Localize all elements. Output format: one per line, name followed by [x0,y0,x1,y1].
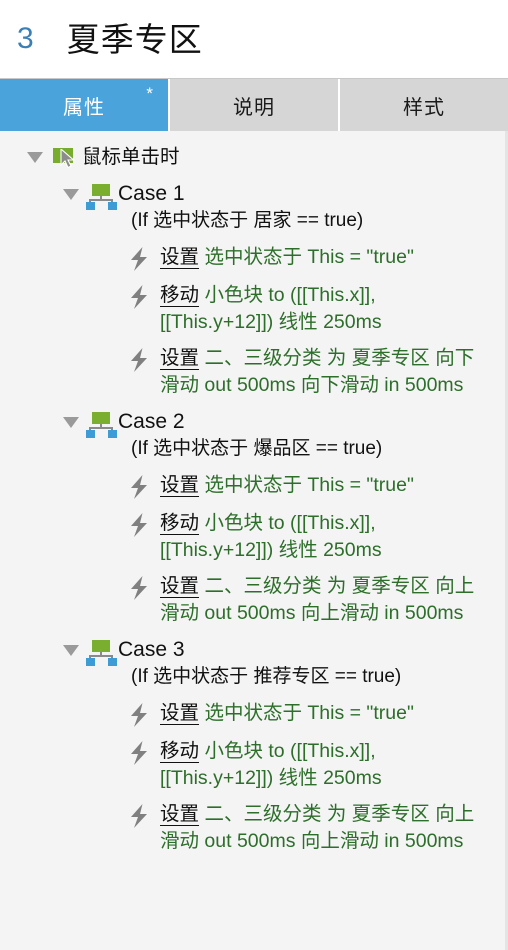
action-verb: 移动 [160,284,200,307]
action-verb: 移动 [160,512,200,535]
lightning-bolt-icon [122,800,160,829]
lightning-bolt-icon [122,243,160,272]
tab-properties-label: 属性 [63,96,105,119]
interaction-panel: 3 夏季专区 属性 * 说明 样式 鼠标单击时 Case 1 (If 选中状态于… [0,0,508,950]
lightning-bolt-icon [122,699,160,728]
case-branch-icon [84,180,118,210]
action-verb: 设置 [160,575,200,598]
action-verb: 设置 [160,474,200,497]
action-target: 选中状态于 This = "true" [204,474,414,496]
action-verb: 设置 [160,803,200,826]
action-target: 二、三级分类 为 夏季专区 向下滑动 out 500ms 向下滑动 in 500… [160,347,475,396]
tree-action-row[interactable]: 移动 小色块 to ([[This.x]], [[This.y+12]]) 线性… [122,509,508,563]
tree-case-title: Case 3 [118,638,185,661]
tree-event-label: 鼠标单击时 [82,146,180,168]
interaction-tree: 鼠标单击时 Case 1 (If 选中状态于 居家 == true) 设置 选中… [0,131,508,950]
tab-style[interactable]: 样式 [338,79,508,131]
lightning-bolt-icon [122,737,160,766]
tree-case-title: Case 1 [118,182,185,205]
tab-bar: 属性 * 说明 样式 [0,78,508,131]
tree-case-condition: (If 选中状态于 居家 == true) [131,210,364,231]
page-title: 夏季专区 [66,20,203,58]
case-branch-icon [84,636,118,666]
page-index: 3 [17,22,34,55]
tree-case-row[interactable]: Case 1 (If 选中状态于 居家 == true) [58,180,508,234]
triangle-down-icon[interactable] [58,636,84,656]
tree-action-row[interactable]: 设置 二、三级分类 为 夏季专区 向上滑动 out 500ms 向上滑动 in … [122,800,508,854]
action-verb: 设置 [160,246,200,269]
tree-case-condition: (If 选中状态于 推荐专区 == true) [131,666,402,687]
tree-action-row[interactable]: 设置 选中状态于 This = "true" [122,243,508,272]
action-verb: 设置 [160,702,200,725]
action-verb: 移动 [160,740,200,763]
tree-case-title: Case 2 [118,410,185,433]
tree-action-row[interactable]: 设置 二、三级分类 为 夏季专区 向上滑动 out 500ms 向上滑动 in … [122,572,508,626]
tab-notes[interactable]: 说明 [168,79,338,131]
tree-action-row[interactable]: 移动 小色块 to ([[This.x]], [[This.y+12]]) 线性… [122,737,508,791]
lightning-bolt-icon [122,572,160,601]
tree-case-row[interactable]: Case 2 (If 选中状态于 爆品区 == true) [58,408,508,462]
mouse-click-icon [48,143,82,169]
tree-action-row[interactable]: 移动 小色块 to ([[This.x]], [[This.y+12]]) 线性… [122,281,508,335]
tree-action-row[interactable]: 设置 选中状态于 This = "true" [122,471,508,500]
triangle-down-icon[interactable] [58,408,84,428]
triangle-down-icon[interactable] [22,143,48,163]
tab-style-label: 样式 [403,96,445,119]
tree-case-row[interactable]: Case 3 (If 选中状态于 推荐专区 == true) [58,636,508,690]
action-target: 选中状态于 This = "true" [204,246,414,268]
lightning-bolt-icon [122,471,160,500]
action-target: 二、三级分类 为 夏季专区 向上滑动 out 500ms 向上滑动 in 500… [160,803,475,852]
tab-properties-modified-star: * [146,84,154,103]
tree-action-row[interactable]: 设置 二、三级分类 为 夏季专区 向下滑动 out 500ms 向下滑动 in … [122,344,508,398]
lightning-bolt-icon [122,281,160,310]
lightning-bolt-icon [122,344,160,373]
page-header: 3 夏季专区 [0,0,508,78]
tree-event-row[interactable]: 鼠标单击时 [22,143,508,170]
tab-notes-label: 说明 [233,96,275,119]
action-target: 选中状态于 This = "true" [204,702,414,724]
action-target: 二、三级分类 为 夏季专区 向上滑动 out 500ms 向上滑动 in 500… [160,575,475,624]
tree-action-row[interactable]: 设置 选中状态于 This = "true" [122,699,508,728]
tab-properties[interactable]: 属性 * [0,79,168,131]
case-branch-icon [84,408,118,438]
lightning-bolt-icon [122,509,160,538]
tree-case-condition: (If 选中状态于 爆品区 == true) [131,438,383,459]
triangle-down-icon[interactable] [58,180,84,200]
action-verb: 设置 [160,347,200,370]
